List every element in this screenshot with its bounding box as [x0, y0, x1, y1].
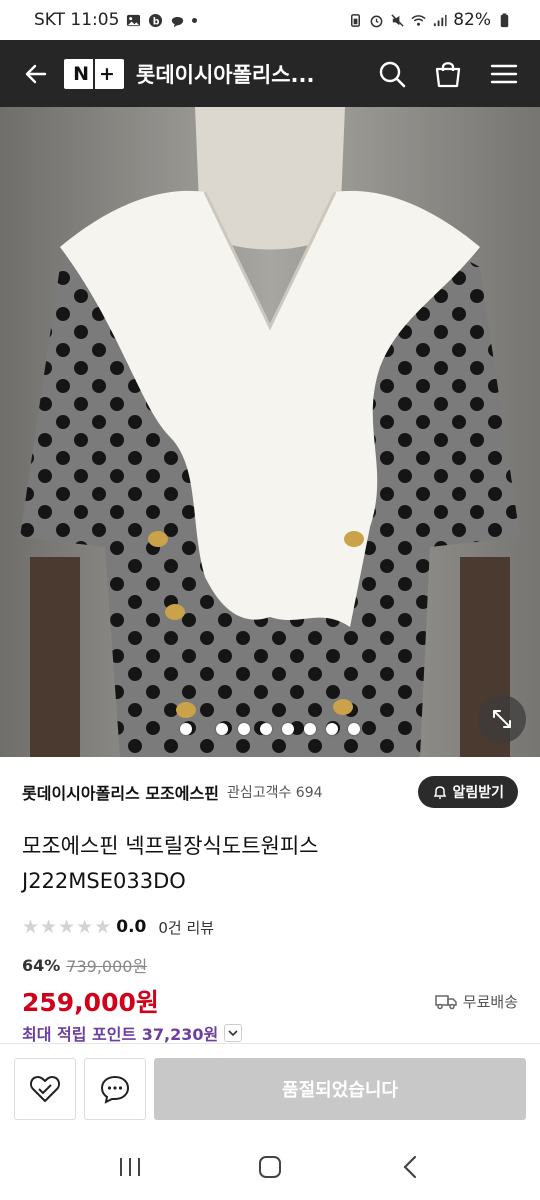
- wishlist-button[interactable]: [14, 1057, 76, 1120]
- status-right: 82%: [348, 10, 512, 30]
- product-info: 롯데이시아폴리스 모조에스핀 관심고객수 694 알림받기 모조에스핀 넥프릴장…: [0, 757, 540, 1045]
- discount-row: 64% 739,000원: [0, 953, 540, 977]
- rating-value: 0.0: [116, 917, 147, 937]
- battery-percent: 82%: [453, 10, 491, 30]
- status-left: SKT 11:05 b: [34, 10, 198, 30]
- back-nav-button[interactable]: [380, 1142, 440, 1192]
- star-icon: ★: [40, 915, 58, 938]
- svg-text:b: b: [153, 16, 160, 27]
- home-icon: [259, 1155, 281, 1178]
- chat-button[interactable]: [84, 1057, 146, 1120]
- product-image[interactable]: [0, 107, 540, 757]
- back-button[interactable]: [18, 56, 54, 92]
- review-count[interactable]: 0건 리뷰: [158, 917, 214, 938]
- carousel-dot[interactable]: [348, 723, 360, 735]
- points-row[interactable]: 최대 적립 포인트 37,230원: [0, 1021, 540, 1045]
- carousel-dot[interactable]: [216, 723, 228, 735]
- chat-bubble-icon: [100, 1075, 130, 1104]
- points-expand-button[interactable]: [224, 1024, 243, 1042]
- logo-n: N: [73, 62, 89, 85]
- alarm-button[interactable]: 알림받기: [418, 776, 518, 808]
- rating-row[interactable]: ★ ★ ★ ★ ★ 0.0 0건 리뷰: [0, 915, 540, 939]
- carousel-dot[interactable]: [238, 723, 250, 735]
- sale-price: 259,000원: [22, 988, 159, 1017]
- shipping-info: 무료배송: [435, 991, 518, 1012]
- favorite-count: 관심고객수 694: [226, 785, 323, 801]
- carousel-dots[interactable]: [0, 723, 540, 735]
- battery-icon: [500, 12, 509, 27]
- recents-button[interactable]: [100, 1142, 160, 1192]
- page-title: 롯데이시아폴리스...: [136, 62, 315, 87]
- bottom-action-bar: 품절되었습니다: [0, 1043, 540, 1133]
- bell-plus-icon: [434, 786, 447, 799]
- system-nav-bar: [0, 1133, 540, 1200]
- back-arrow-icon: [25, 64, 47, 83]
- status-time: SKT 11:05: [34, 10, 120, 30]
- logo-plus: +: [98, 62, 115, 85]
- header-actions: [374, 56, 522, 92]
- star-icon: ★: [76, 915, 94, 938]
- carousel-dot[interactable]: [326, 723, 338, 735]
- product-name-line1: 모조에스핀 넥프릴장식도트원피스: [22, 834, 319, 858]
- nplus-logo[interactable]: N +: [64, 58, 124, 89]
- carousel-dot[interactable]: [260, 723, 272, 735]
- product-name-line2: J222MSE033DO: [22, 869, 186, 893]
- battery-saver-icon: [351, 13, 361, 27]
- star-icon: ★: [22, 915, 40, 938]
- menu-button[interactable]: [486, 56, 522, 92]
- original-price: 739,000원: [66, 957, 148, 976]
- star-icon: ★: [58, 915, 76, 938]
- alarm-label: 알림받기: [452, 785, 504, 801]
- cart-button[interactable]: [430, 56, 466, 92]
- discount-rate: 64%: [22, 955, 61, 975]
- home-button[interactable]: [240, 1142, 300, 1192]
- carousel-dot[interactable]: [282, 723, 294, 735]
- product-name: 모조에스핀 넥프릴장식도트원피스 J222MSE033DO: [0, 829, 540, 899]
- store-row: 롯데이시아폴리스 모조에스핀 관심고객수 694 알림받기: [0, 757, 540, 827]
- truck-icon: [435, 995, 457, 1010]
- price-row: 259,000원 무료배송: [0, 983, 540, 1019]
- recents-icon: [120, 1157, 140, 1176]
- alarm-icon: [370, 15, 383, 27]
- carousel-dot[interactable]: [304, 723, 316, 735]
- gallery-icon: [127, 14, 141, 26]
- b-app-icon: b: [149, 13, 163, 27]
- messenger-icon: [172, 16, 184, 27]
- shipping-label: 무료배송: [462, 992, 518, 1011]
- wifi-icon: [411, 14, 426, 26]
- notification-dot: [192, 17, 198, 23]
- max-points: 최대 적립 포인트 37,230원: [22, 1025, 219, 1044]
- soldout-button[interactable]: 품절되었습니다: [154, 1057, 526, 1120]
- hamburger-menu-icon: [490, 64, 518, 83]
- expand-icon: [493, 710, 511, 728]
- logo-separator: [92, 58, 95, 89]
- signal-icon: [434, 14, 447, 26]
- carousel-dot-active[interactable]: [180, 723, 192, 735]
- chevron-down-icon: [228, 1030, 238, 1037]
- search-icon: [379, 61, 406, 87]
- chevron-left-icon: [403, 1155, 417, 1178]
- product-photo: [0, 107, 540, 757]
- app-header: N + 롯데이시아폴리스...: [0, 40, 540, 107]
- rating-stars: ★ ★ ★ ★ ★: [22, 915, 112, 938]
- heart-check-icon: [29, 1075, 61, 1102]
- mute-icon: [391, 13, 404, 27]
- status-bar: SKT 11:05 b 82%: [0, 0, 540, 40]
- search-button[interactable]: [374, 56, 410, 92]
- expand-image-button[interactable]: [478, 695, 526, 743]
- shopping-bag-icon: [435, 61, 461, 87]
- star-icon: ★: [94, 915, 112, 938]
- store-name[interactable]: 롯데이시아폴리스 모조에스핀: [22, 780, 219, 804]
